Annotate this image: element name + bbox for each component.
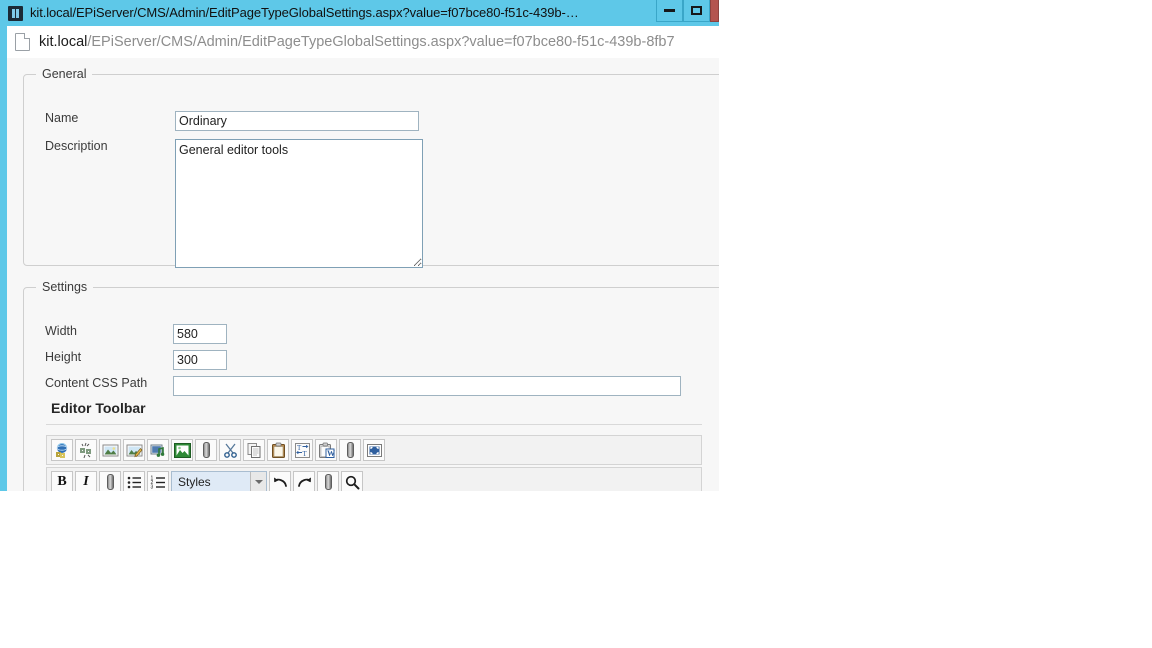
bullet-list-icon[interactable] [123, 471, 145, 491]
redo-icon[interactable] [293, 471, 315, 491]
editor-toolbar-heading: Editor Toolbar [51, 400, 146, 416]
general-section-legend: General [42, 67, 87, 81]
bold-glyph: B [57, 474, 67, 489]
maximize-button[interactable] [683, 0, 710, 22]
height-label: Height [45, 350, 82, 364]
cut-icon[interactable] [219, 439, 241, 461]
maximize-icon [691, 6, 702, 15]
paste-icon[interactable] [267, 439, 289, 461]
insert-edit-link-icon[interactable] [51, 439, 73, 461]
separator-icon [195, 439, 217, 461]
styles-select[interactable]: Styles [171, 471, 267, 491]
svg-text:3: 3 [150, 484, 153, 490]
separator-icon [317, 471, 339, 491]
svg-text:T: T [297, 444, 302, 452]
image-editor-icon[interactable] [171, 439, 193, 461]
browser-window: kit.local/EPiServer/CMS/Admin/EditPageTy… [0, 0, 719, 491]
general-section: General Name Description General editor … [23, 67, 719, 268]
width-input[interactable] [173, 324, 227, 344]
unlink-icon[interactable] [75, 439, 97, 461]
url-host: kit.local [39, 34, 88, 50]
editor-toolbar-row-2: B I 1 2 3 Styles [46, 467, 702, 491]
fullscreen-icon[interactable] [363, 439, 385, 461]
page-content: General Name Description General editor … [7, 58, 719, 491]
edit-image-icon[interactable] [123, 439, 145, 461]
italic-glyph: I [83, 474, 89, 489]
height-input[interactable] [173, 350, 227, 370]
separator-icon [339, 439, 361, 461]
content-css-path-field-row: Content CSS Path [45, 376, 681, 396]
address-bar-url: kit.local/EPiServer/CMS/Admin/EditPageTy… [39, 26, 675, 58]
editor-toolbar-divider [46, 424, 702, 425]
svg-text:T: T [302, 450, 307, 458]
content-css-path-label: Content CSS Path [45, 376, 148, 390]
episerver-favicon [8, 5, 23, 21]
close-button[interactable] [710, 0, 719, 22]
paste-from-word-icon[interactable]: W [315, 439, 337, 461]
copy-icon[interactable] [243, 439, 265, 461]
name-label: Name [45, 111, 79, 125]
address-bar[interactable]: kit.local/EPiServer/CMS/Admin/EditPageTy… [7, 26, 719, 59]
content-css-path-input[interactable] [173, 376, 681, 396]
settings-section: Settings Width Height Content CSS Path E… [23, 280, 719, 491]
numbered-list-icon[interactable]: 123 [147, 471, 169, 491]
width-field-row: Width [45, 324, 227, 344]
name-field-row: Name [45, 111, 419, 131]
separator-icon [99, 471, 121, 491]
minimize-button[interactable] [656, 0, 683, 22]
italic-icon[interactable]: I [75, 471, 97, 491]
url-path: /EPiServer/CMS/Admin/EditPageTypeGlobalS… [87, 34, 675, 50]
svg-text:W: W [327, 449, 335, 458]
width-label: Width [45, 324, 77, 338]
undo-icon[interactable] [269, 471, 291, 491]
insert-media-icon[interactable] [147, 439, 169, 461]
bold-icon[interactable]: B [51, 471, 73, 491]
window-controls [656, 0, 719, 26]
window-titlebar[interactable]: kit.local/EPiServer/CMS/Admin/EditPageTy… [0, 0, 719, 26]
window-left-edge [0, 0, 7, 491]
description-label: Description [45, 139, 108, 153]
name-input[interactable] [175, 111, 419, 131]
settings-section-legend: Settings [42, 280, 88, 294]
window-title: kit.local/EPiServer/CMS/Admin/EditPageTy… [30, 5, 579, 20]
styles-select-value: Styles [178, 475, 211, 489]
height-field-row: Height [45, 350, 227, 370]
search-icon[interactable] [341, 471, 363, 491]
minimize-icon [664, 9, 675, 12]
page-icon [15, 33, 30, 51]
insert-image-icon[interactable] [99, 439, 121, 461]
editor-toolbar-row-1: T T W [46, 435, 702, 465]
paste-as-plain-text-icon[interactable]: T T [291, 439, 313, 461]
description-textarea[interactable]: General editor tools [175, 139, 423, 268]
chevron-down-icon[interactable] [250, 472, 266, 491]
description-field-row: Description General editor tools [45, 139, 423, 268]
